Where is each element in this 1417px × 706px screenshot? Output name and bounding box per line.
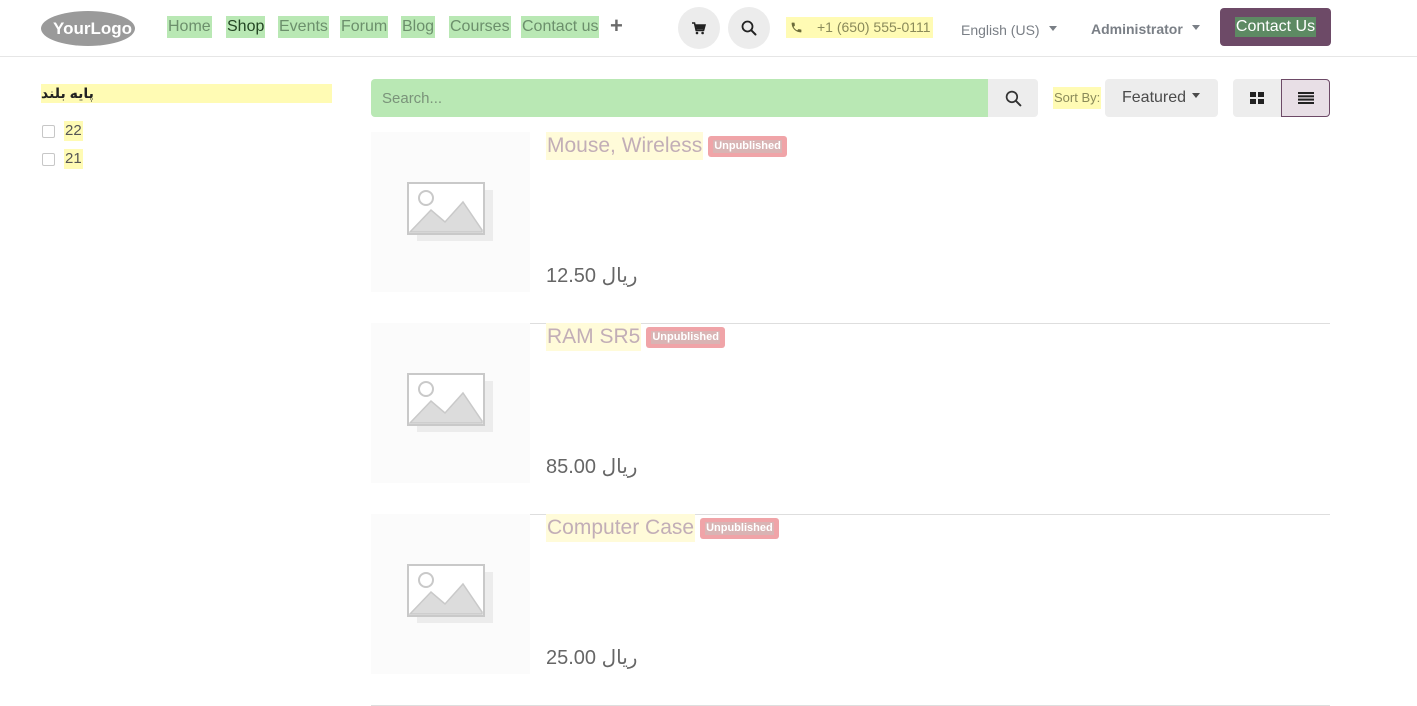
list-icon: [1297, 92, 1314, 104]
view-toggle: [1233, 79, 1330, 117]
product-image-placeholder[interactable]: [371, 514, 530, 674]
phone-link[interactable]: +1 (650) 555-0111: [786, 17, 933, 38]
filter-option-label: 22: [64, 121, 83, 141]
header-search-button[interactable]: [728, 7, 770, 49]
add-menu-item-icon[interactable]: +: [610, 15, 623, 37]
filter-title: پایه بلند: [41, 84, 332, 103]
nav-shop[interactable]: Shop: [226, 16, 266, 38]
badge-label: Unpublished: [705, 521, 774, 535]
chevron-down-icon: [1048, 25, 1057, 31]
nav-events[interactable]: Events: [278, 16, 329, 38]
nav-home[interactable]: Home: [167, 16, 212, 38]
search-submit-button[interactable]: [988, 79, 1038, 117]
filter-option-21[interactable]: 21: [42, 149, 83, 169]
product-name-link[interactable]: Mouse, Wireless: [546, 132, 704, 160]
filter-option-22[interactable]: 22: [42, 121, 83, 141]
product-image-placeholder[interactable]: [371, 132, 530, 292]
nav-courses[interactable]: Courses: [449, 16, 511, 38]
logo[interactable]: YourLogo: [40, 10, 136, 47]
sort-dropdown[interactable]: Featured: [1105, 79, 1218, 117]
cart-icon: [692, 21, 706, 34]
search-icon: [1005, 90, 1021, 106]
product-search: [371, 79, 1038, 117]
badge-label: Unpublished: [713, 139, 782, 153]
unpublished-badge: Unpublished: [646, 326, 725, 348]
search-input[interactable]: [371, 79, 988, 117]
nav-contact-us[interactable]: Contact us: [521, 16, 600, 38]
filter-title-text: پایه بلند: [41, 85, 94, 101]
grid-view-button[interactable]: [1233, 79, 1282, 117]
product-image-placeholder[interactable]: [371, 323, 530, 483]
user-label: Administrator: [1091, 21, 1183, 37]
image-placeholder-icon: [407, 564, 493, 623]
filter-checkbox[interactable]: [42, 124, 55, 138]
product-name-link[interactable]: RAM SR5: [546, 323, 642, 351]
product-price: ریال 85.00: [546, 456, 638, 478]
badge-label: Unpublished: [651, 330, 720, 344]
product-price: ریال 12.50: [546, 265, 638, 287]
chevron-down-icon: [1191, 24, 1200, 30]
product-item: Computer Case Unpublished ریال 25.00: [371, 514, 1330, 706]
unpublished-badge: Unpublished: [708, 135, 787, 157]
filter-option-label: 21: [64, 149, 83, 169]
language-label: English (US): [961, 22, 1040, 38]
grid-icon: [1250, 92, 1265, 104]
product-item: Mouse, Wireless Unpublished ریال 12.50: [371, 132, 1330, 324]
sort-value: Featured: [1122, 89, 1187, 106]
phone-number: +1 (650) 555-0111: [817, 19, 931, 35]
product-item: RAM SR5 Unpublished ریال 85.00: [371, 323, 1330, 515]
filter-checkbox[interactable]: [42, 152, 55, 166]
phone-icon: [791, 22, 802, 33]
product-name-link[interactable]: Computer Case: [546, 514, 696, 542]
unpublished-badge: Unpublished: [700, 517, 779, 539]
product-price: ریال 25.00: [546, 647, 638, 669]
contact-us-label: Contact Us: [1234, 17, 1317, 37]
sort-label: Sort By:: [1053, 87, 1102, 109]
site-header: YourLogo Home Shop Events Forum Blog Cou…: [0, 0, 1417, 57]
search-icon: [741, 20, 757, 36]
image-placeholder-icon: [407, 182, 493, 241]
image-placeholder-icon: [407, 373, 493, 432]
language-dropdown[interactable]: English (US): [961, 20, 1057, 40]
user-dropdown[interactable]: Administrator: [1091, 19, 1200, 39]
cart-button[interactable]: [678, 7, 720, 49]
contact-us-button[interactable]: Contact Us: [1220, 8, 1331, 46]
logo-text: YourLogo: [53, 19, 132, 38]
list-view-button[interactable]: [1281, 79, 1330, 117]
nav-blog[interactable]: Blog: [401, 16, 436, 38]
chevron-down-icon: [1192, 92, 1201, 98]
nav-forum[interactable]: Forum: [340, 16, 389, 38]
